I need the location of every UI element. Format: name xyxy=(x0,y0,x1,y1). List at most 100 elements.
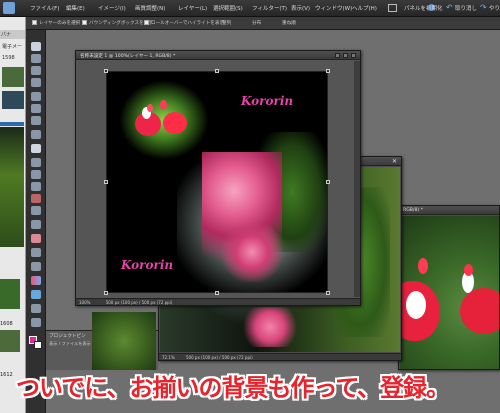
menu-file[interactable]: ファイル(F) xyxy=(30,4,59,12)
brush-tool-icon[interactable] xyxy=(31,248,41,257)
menu-image[interactable]: イメージ(I) xyxy=(98,4,126,12)
redo-button[interactable]: やり xyxy=(489,4,500,12)
transform-handle[interactable] xyxy=(326,180,330,184)
option-bounding-box[interactable]: バウンディングボックスを表示 xyxy=(82,20,153,26)
menu-help[interactable]: ヘルプ(H) xyxy=(352,4,377,12)
transform-handle[interactable] xyxy=(104,180,108,184)
gradient-tool-icon[interactable] xyxy=(31,276,41,285)
transform-handle[interactable] xyxy=(326,291,330,295)
app-logo xyxy=(3,2,15,14)
menu-enhance[interactable]: 画質調整(N) xyxy=(135,4,165,12)
red-eye-tool-icon[interactable] xyxy=(31,194,41,203)
thumbnail[interactable] xyxy=(0,279,20,309)
paint-bucket-icon[interactable] xyxy=(31,262,41,271)
document-status-second: 72.1% 500 px (100 px) / 500 px (72 ppi) xyxy=(159,353,401,360)
cookie-cutter-icon[interactable] xyxy=(31,170,41,179)
flower-bud xyxy=(147,104,153,112)
undo-icon[interactable]: ↶ xyxy=(446,3,453,12)
thumbnail[interactable] xyxy=(2,67,24,87)
lasso-tool-icon[interactable] xyxy=(31,104,41,113)
menubar: ファイル(F) 編集(E) イメージ(I) 画質調整(N) レイヤー(L) 選択… xyxy=(0,0,500,17)
option-rollover[interactable]: ロールオーバーでハイライトを表示 xyxy=(144,20,224,26)
undo-button[interactable]: 取り消し xyxy=(455,4,477,12)
left-panel-text: 電子メー xyxy=(2,44,23,50)
panel-reset-button[interactable]: パネルを初期化 xyxy=(404,4,443,12)
watermark-bottom: Kororin xyxy=(121,258,174,272)
left-panel-num-2: 1608 xyxy=(0,321,13,327)
transform-handle[interactable] xyxy=(215,291,219,295)
straighten-tool-icon[interactable] xyxy=(31,182,41,191)
thumbnail[interactable] xyxy=(0,127,24,247)
marquee-tool-icon[interactable] xyxy=(31,92,41,101)
align-dropdown[interactable]: 整列 xyxy=(222,20,231,26)
eyedropper-tool-icon[interactable] xyxy=(31,78,41,87)
canvas[interactable]: Kororin Kororin xyxy=(106,71,328,293)
left-panel-tab[interactable]: パナ xyxy=(0,30,25,39)
project-bin-sub[interactable]: 表示 / ファイルを表示 xyxy=(49,341,91,347)
menu-filter[interactable]: フィルター(T) xyxy=(252,4,287,12)
menu-select[interactable]: 選択範囲(S) xyxy=(213,4,243,12)
flower-petal xyxy=(460,288,499,334)
thumbnail[interactable] xyxy=(0,330,20,352)
transform-handle[interactable] xyxy=(326,69,330,73)
options-bar: レイヤーのみを選択 バウンディングボックスを表示 ロールオーバーでハイライトを表… xyxy=(26,17,500,30)
menu-edit[interactable]: 編集(E) xyxy=(66,4,85,12)
move-tool-icon[interactable] xyxy=(31,42,41,51)
document-title-main[interactable]: 名称未設定 1 @ 100%(レイヤー 1, RGB/8) * xyxy=(76,51,360,60)
menu-view[interactable]: 表示(V) xyxy=(291,4,310,12)
document-window-third[interactable]: RGB/8) * xyxy=(398,205,500,370)
maximize-icon[interactable] xyxy=(343,53,348,58)
zoom-level[interactable]: 100% xyxy=(79,300,90,305)
blur-tool-icon[interactable] xyxy=(31,304,41,313)
workspace-icon[interactable] xyxy=(388,4,397,12)
document-window-main[interactable]: 名称未設定 1 @ 100%(レイヤー 1, RGB/8) * Kororin … xyxy=(75,50,361,306)
sponge-tool-icon[interactable] xyxy=(31,318,41,327)
checkbox-icon[interactable] xyxy=(82,20,87,25)
menu-layer[interactable]: レイヤー(L) xyxy=(178,4,207,12)
thumbnail[interactable] xyxy=(2,91,24,109)
distribute-dropdown[interactable]: 分布 xyxy=(252,20,261,26)
transform-handle[interactable] xyxy=(104,69,108,73)
document-title-third[interactable]: RGB/8) * xyxy=(399,206,499,215)
text-tool-icon[interactable] xyxy=(31,144,41,153)
doc-info: 500 px (100 px) / 500 px (72 ppi) xyxy=(105,300,173,305)
checkbox-icon[interactable] xyxy=(144,20,149,25)
scrollbar-vertical[interactable] xyxy=(354,61,360,297)
flower-bud xyxy=(418,258,428,274)
menu-window[interactable]: ウィンドウ(W) xyxy=(315,4,352,12)
background-color-swatch[interactable] xyxy=(34,341,42,349)
flower-bud xyxy=(464,264,473,276)
shape-tool-icon[interactable] xyxy=(31,290,41,299)
flower-cluster xyxy=(240,307,300,347)
spot-healing-icon[interactable] xyxy=(31,206,41,215)
zoom-level[interactable]: 72.1% xyxy=(162,355,175,360)
doc-info: 500 px (100 px) / 500 px (72 ppi) xyxy=(186,355,253,360)
magic-wand-icon[interactable] xyxy=(31,116,41,125)
clone-stamp-icon[interactable] xyxy=(31,220,41,229)
arrange-dropdown[interactable]: 重ね順 xyxy=(282,20,296,26)
hand-tool-icon[interactable] xyxy=(31,66,41,75)
document-status-main: 100% 500 px (100 px) / 500 px (72 ppi) xyxy=(76,298,360,305)
minimize-icon[interactable] xyxy=(335,53,340,58)
caption-overlay: ついでに、お揃いの背景も作って、登録。 xyxy=(16,374,450,402)
option-layer-only[interactable]: レイヤーのみを選択 xyxy=(32,20,80,26)
left-panel: パナ 電子メー 1598 1608 1612 xyxy=(0,17,26,413)
redo-icon[interactable]: ↷ xyxy=(480,3,487,12)
flower-top-left-2 xyxy=(163,112,187,134)
thumbnail[interactable] xyxy=(0,122,24,126)
close-icon[interactable] xyxy=(351,53,356,58)
zoom-tool-icon[interactable] xyxy=(31,54,41,63)
selection-brush-icon[interactable] xyxy=(31,130,41,139)
transform-handle[interactable] xyxy=(215,69,219,73)
transform-handle[interactable] xyxy=(104,291,108,295)
window-close-icon[interactable]: ✕ xyxy=(392,158,397,165)
flower-cluster-2 xyxy=(217,222,287,282)
eraser-tool-icon[interactable] xyxy=(31,234,41,243)
flower-petal xyxy=(406,291,426,319)
crop-tool-icon[interactable] xyxy=(31,158,41,167)
project-bin-label[interactable]: プロジェクトビン xyxy=(49,333,86,339)
left-panel-num-1: 1598 xyxy=(2,55,15,61)
bin-thumbnail[interactable] xyxy=(92,312,156,370)
document-image-third xyxy=(400,216,499,369)
checkbox-icon[interactable] xyxy=(32,20,37,25)
